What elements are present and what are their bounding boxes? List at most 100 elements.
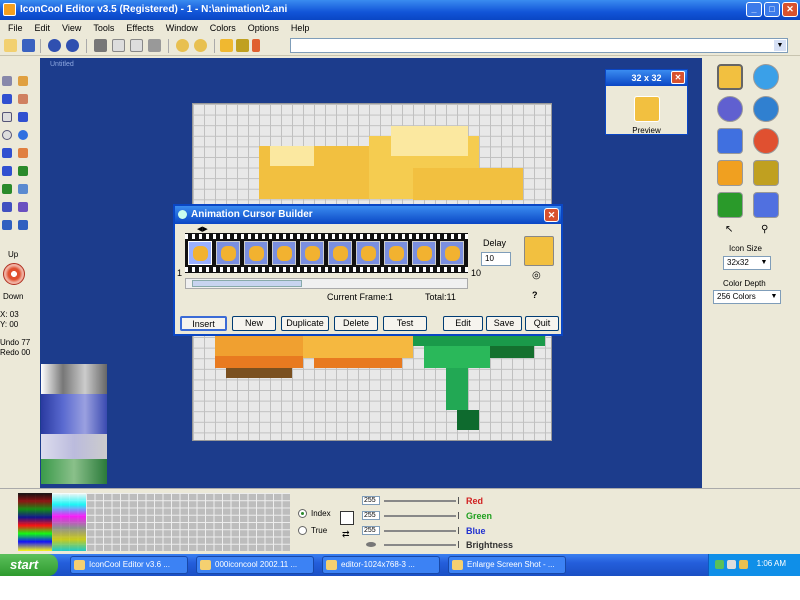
palette-colors[interactable] [18,493,52,551]
direction-pad[interactable] [3,263,25,285]
delete-button[interactable]: Delete [334,316,378,331]
minimize-button[interactable]: _ [746,2,762,17]
spray-tool-icon[interactable] [18,166,28,176]
maximize-button[interactable]: □ [764,2,780,17]
red-slider-thumb[interactable] [458,497,459,504]
search-icon[interactable]: ⚲ [761,224,768,235]
duplicate-button[interactable]: Duplicate [281,316,329,331]
film-frame[interactable] [328,241,352,265]
toolbar-combo[interactable]: ▼ [290,38,788,53]
new-file-icon[interactable] [4,39,17,52]
taskbar-item[interactable]: 000iconcool 2002.11 ... [196,556,314,574]
menu-help[interactable]: Help [291,23,310,33]
icon-size-select[interactable]: 32x32 ▼ [723,256,771,270]
swap-colors-icon[interactable]: ⇄ [342,529,350,540]
film-frame[interactable] [412,241,436,265]
delay-input[interactable]: 10 [481,252,511,266]
taskbar-item[interactable]: Enlarge Screen Shot - ... [448,556,566,574]
pencil-tool-icon[interactable] [18,76,28,86]
move-tool-icon[interactable] [2,220,12,230]
blue-slider[interactable] [384,530,456,532]
foreground-color-swatch[interactable] [340,511,354,525]
filled-rectangle-tool-icon[interactable] [18,112,28,122]
start-button[interactable]: start [0,554,58,576]
network-icon[interactable] [715,560,724,569]
film-strip[interactable] [185,233,468,273]
line-tool-icon[interactable] [2,148,12,158]
chart-icon[interactable] [717,160,743,186]
play-icon[interactable]: ◎ [532,270,541,281]
scrollbar-thumb[interactable] [192,280,302,287]
insert-button[interactable]: Insert [180,316,227,331]
chevron-down-icon[interactable]: ▼ [774,40,786,51]
zoom-out-icon[interactable] [194,39,207,52]
red-value-input[interactable]: 255 [362,496,380,505]
film-frame[interactable] [356,241,380,265]
delete-icon[interactable] [148,39,161,52]
green-slider[interactable] [384,515,456,517]
brightness-slider-thumb[interactable] [458,541,459,548]
tray-app-icon[interactable] [739,560,748,569]
rectangle-tool-icon[interactable] [2,112,12,122]
color-depth-select[interactable]: 256 Colors ▼ [713,290,781,304]
stamp-tool-icon[interactable] [2,202,12,212]
redo-icon[interactable] [66,39,79,52]
new-button[interactable]: New [232,316,276,331]
shade-row-light[interactable] [41,434,107,459]
chevron-down-icon[interactable]: ▼ [769,292,779,302]
cut-icon[interactable] [94,39,107,52]
eraser-tool-icon[interactable] [18,94,28,104]
index-radio[interactable] [298,509,307,518]
taskbar-item[interactable]: editor-1024x768-3 ... [322,556,440,574]
properties-icon[interactable] [236,39,249,52]
magic-tool-icon[interactable] [18,202,28,212]
pointer-icon[interactable]: ↖ [725,224,733,235]
palette-colors[interactable] [52,493,86,551]
select-tool-icon[interactable] [2,76,12,86]
picker-tool-icon[interactable] [18,148,28,158]
grid-image-icon[interactable] [753,160,779,186]
menu-options[interactable]: Options [248,23,279,33]
film-scrollbar[interactable] [185,278,468,289]
test-button[interactable]: Test [383,316,427,331]
fill-tool-icon[interactable] [2,94,12,104]
close-button[interactable]: ✕ [782,2,798,17]
film-frame[interactable] [300,241,324,265]
film-frame[interactable] [272,241,296,265]
undo-icon[interactable] [48,39,61,52]
zoom-in-icon[interactable] [176,39,189,52]
chevron-down-icon[interactable]: ▼ [759,258,769,268]
menu-colors[interactable]: Colors [210,23,236,33]
menu-file[interactable]: File [8,23,23,33]
color-palette[interactable] [18,493,290,551]
menu-view[interactable]: View [62,23,81,33]
film-frame[interactable] [188,241,212,265]
lightning-icon[interactable] [252,39,260,52]
edit-button[interactable]: Edit [443,316,483,331]
filled-ellipse-tool-icon[interactable] [18,130,28,140]
shade-palette[interactable] [41,364,107,484]
green-slider-thumb[interactable] [458,512,459,519]
eye-icon[interactable] [717,96,743,122]
shade-row-blue[interactable] [41,394,107,434]
gradient-tool-icon[interactable] [18,184,28,194]
ellipse-tool-icon[interactable] [2,130,12,140]
world-icon[interactable] [753,96,779,122]
save-icon[interactable] [22,39,35,52]
copy-icon[interactable] [112,39,125,52]
help-icon[interactable]: ? [532,290,538,300]
menu-tools[interactable]: Tools [93,23,114,33]
brightness-slider[interactable] [384,544,456,546]
preview-close-icon[interactable]: ✕ [671,71,685,84]
text-tool-icon[interactable] [2,184,12,194]
blue-value-input[interactable]: 255 [362,526,380,535]
landscape-icon[interactable] [717,192,743,218]
shade-row-green[interactable] [41,459,107,484]
internet-icon[interactable] [717,128,743,154]
preview-icon[interactable] [220,39,233,52]
menu-window[interactable]: Window [166,23,198,33]
nav-arrows-icon[interactable]: ◀▶ [197,225,208,233]
true-radio[interactable] [298,526,307,535]
blue-slider-thumb[interactable] [458,527,459,534]
save-button[interactable]: Save [486,316,522,331]
